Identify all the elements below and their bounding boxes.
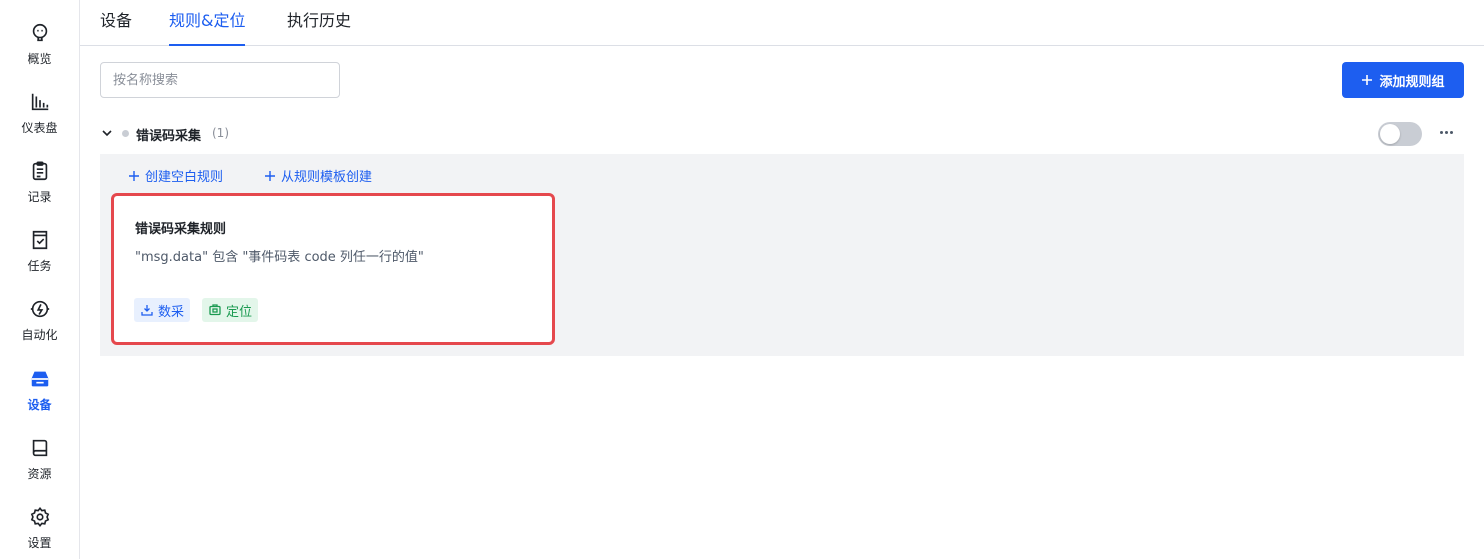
tag-label: 定位	[226, 304, 253, 320]
rule-title: 错误码采集规则	[135, 222, 227, 237]
toggle-knob	[1380, 124, 1400, 144]
tab-rules-locate[interactable]: 规则&定位	[169, 0, 246, 46]
rule-group-panel: 创建空白规则 从规则模板创建 错误码采集规则 "msg.data" 包含 "事件…	[100, 154, 1464, 356]
rule-card[interactable]: 错误码采集规则 "msg.data" 包含 "事件码表 code 列任一行的值"…	[111, 193, 555, 345]
chevron-down-icon[interactable]	[100, 126, 114, 140]
create-blank-rule-label: 创建空白规则	[145, 170, 224, 185]
create-from-template-label: 从规则模板创建	[281, 170, 373, 185]
rule-group-count: (1)	[212, 126, 229, 140]
add-rule-group-label: 添加规则组	[1379, 74, 1445, 90]
tag-locate: 定位	[202, 298, 259, 322]
tab-bar: 设备 规则&定位 执行历史	[80, 0, 1484, 46]
sidebar: 概览 仪表盘 记录 任务 自动化 设备 资源 设置	[0, 0, 80, 559]
sidebar-item-label: 资源	[27, 467, 52, 481]
tag-data-collection: 数采	[134, 298, 191, 322]
dashboard-icon	[31, 93, 48, 111]
sidebar-item-records[interactable]: 记录	[0, 148, 79, 210]
rule-group-header: 错误码采集 (1)	[100, 120, 1464, 148]
sidebar-item-label: 概览	[27, 52, 52, 66]
sidebar-item-devices[interactable]: 设备	[0, 356, 79, 418]
tag-label: 数采	[158, 304, 185, 320]
clipboard-icon	[32, 161, 47, 181]
sidebar-item-automation[interactable]: 自动化	[0, 286, 79, 348]
sidebar-item-dashboard[interactable]: 仪表盘	[0, 79, 79, 141]
plus-icon	[1362, 75, 1373, 85]
overview-icon	[32, 23, 47, 42]
rule-group-toggle[interactable]	[1378, 122, 1422, 146]
sidebar-item-overview[interactable]: 概览	[0, 10, 79, 72]
tab-devices[interactable]: 设备	[100, 0, 132, 46]
plus-icon	[265, 170, 275, 181]
sidebar-item-label: 记录	[27, 190, 52, 204]
rule-group-title: 错误码采集	[136, 129, 202, 144]
sidebar-item-label: 仪表盘	[21, 121, 58, 135]
create-blank-rule-button[interactable]: 创建空白规则	[128, 166, 223, 185]
task-icon	[32, 230, 47, 250]
sidebar-item-label: 任务	[27, 259, 52, 273]
rule-description: "msg.data" 包含 "事件码表 code 列任一行的值"	[135, 250, 424, 265]
sidebar-item-label: 设备	[27, 398, 52, 412]
search-input[interactable]	[100, 62, 340, 98]
device-icon	[31, 371, 48, 387]
book-icon	[32, 439, 47, 457]
automation-icon	[30, 300, 49, 318]
download-icon	[141, 305, 153, 316]
add-rule-group-button[interactable]: 添加规则组	[1342, 62, 1464, 98]
sidebar-item-label: 设置	[27, 536, 52, 550]
sidebar-item-resources[interactable]: 资源	[0, 425, 79, 487]
sidebar-item-tasks[interactable]: 任务	[0, 217, 79, 279]
create-from-template-button[interactable]: 从规则模板创建	[264, 166, 372, 185]
tab-execution-history[interactable]: 执行历史	[287, 0, 351, 46]
locate-icon	[209, 304, 221, 316]
sidebar-item-settings[interactable]: 设置	[0, 494, 79, 556]
status-dot	[122, 130, 129, 137]
more-options-icon[interactable]	[1436, 122, 1456, 142]
sidebar-item-label: 自动化	[21, 328, 58, 342]
plus-icon	[129, 170, 139, 181]
gear-icon	[30, 506, 49, 528]
